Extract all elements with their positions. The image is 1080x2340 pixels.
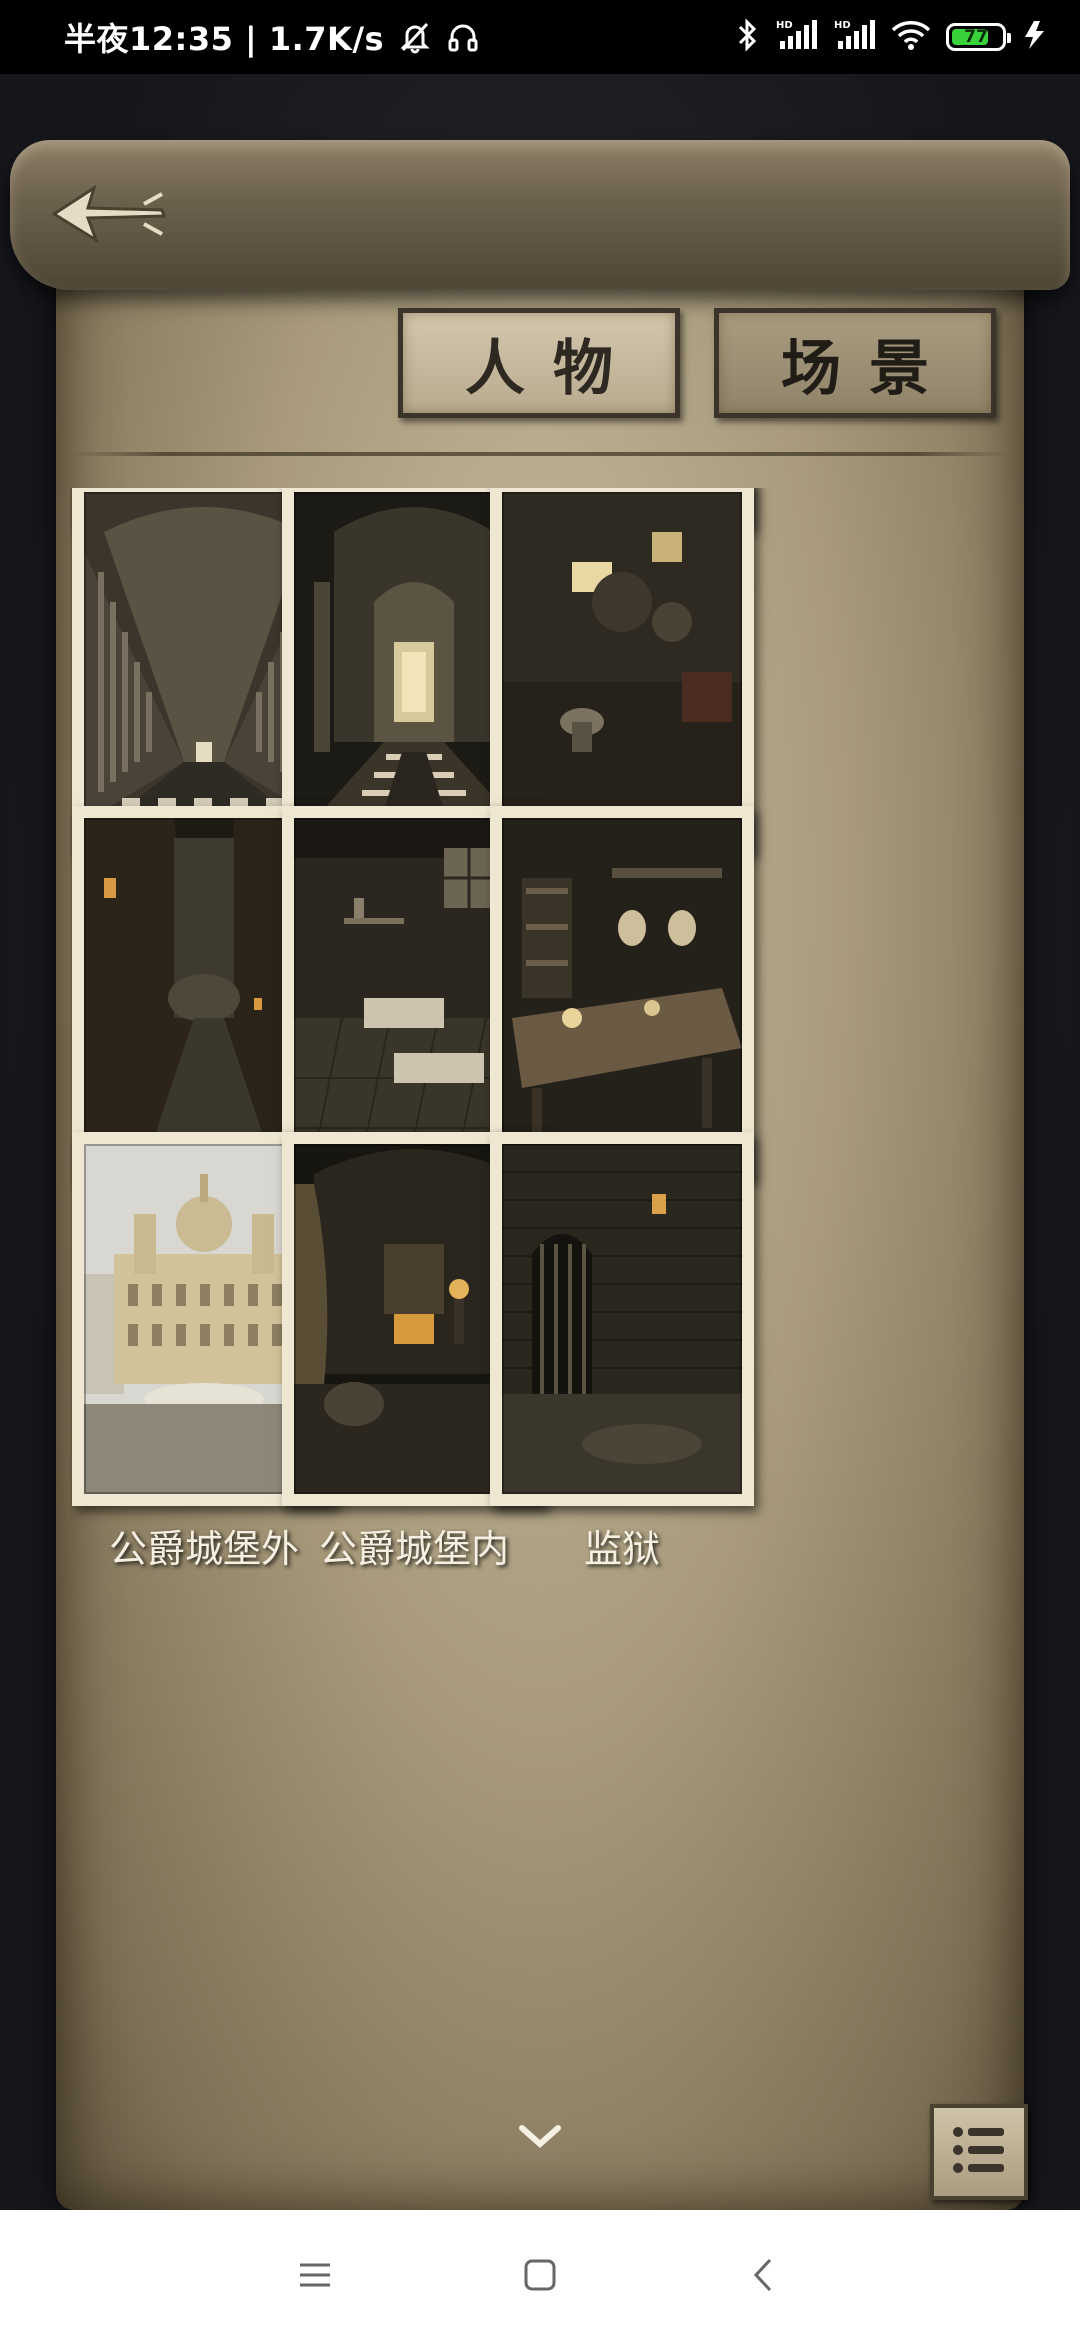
back-icon[interactable] [740,2250,790,2300]
hd-signal-icon: HD [832,17,876,57]
scene-card[interactable] [490,1132,754,1506]
wifi-icon [890,18,932,56]
arrow-left-icon[interactable] [44,174,174,254]
status-bar: 半夜12:35 | 1.7K/s HD HD 77 [0,0,1080,74]
list-icon [948,2120,1010,2184]
scene-grid: 截肢比赛会场赛奥多办公室院长办公室学院走廊学院礼堂理发店偏僻小巷革新派医院配药室… [70,488,1010,2116]
tab-scenes[interactable]: 场景 [714,308,996,418]
scene-card[interactable] [490,806,754,1180]
scene-label: 监狱 [583,1527,660,1571]
svg-text:HD: HD [776,20,793,31]
barber-shop-thumbnail [502,492,742,842]
svg-text:HD: HD [834,20,851,31]
scene-gallery-screen: 人物 场景 截肢比赛会场赛奥多办公室院长办公室学院走廊学院礼堂理发店偏僻小巷革新… [0,74,1080,2210]
home-icon[interactable] [515,2250,565,2300]
bluetooth-icon [736,17,760,57]
divider [70,452,1010,456]
pharmacy-thumbnail [502,818,742,1168]
headset-icon [446,20,480,54]
chevron-down-icon[interactable] [516,2122,564,2152]
scene-card[interactable] [490,488,754,854]
prison-thumbnail [502,1144,742,1494]
status-time: 半夜12:35 | 1.7K/s [64,20,385,58]
system-nav-bar [0,2210,1080,2340]
menu-icon[interactable] [290,2250,340,2300]
charging-icon [1020,17,1050,57]
list-button[interactable] [930,2104,1028,2200]
mute-bell-icon [398,20,432,54]
hd-signal-icon: HD [774,17,818,57]
battery-indicator: 77 [946,23,1011,51]
battery-percent: 77 [964,27,988,47]
tab-people[interactable]: 人物 [398,308,680,418]
